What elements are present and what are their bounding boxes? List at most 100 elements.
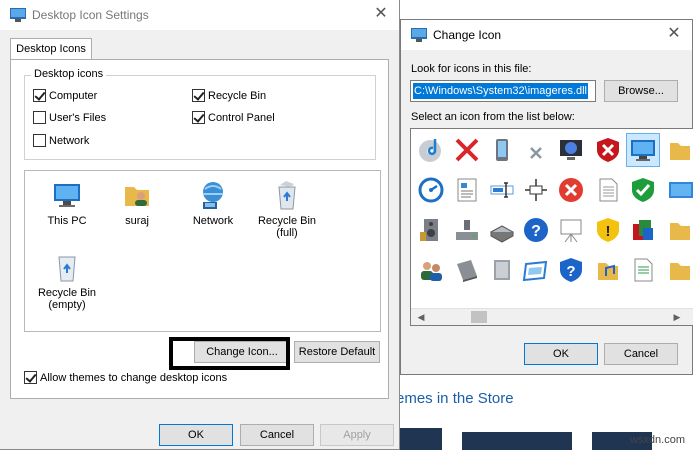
list-item-this-pc[interactable]: This PC xyxy=(27,179,107,227)
grid-icon[interactable]: ? xyxy=(554,253,588,287)
grid-icon[interactable] xyxy=(663,133,693,167)
checkbox-label: Computer xyxy=(49,89,98,102)
grid-icon[interactable] xyxy=(554,133,588,167)
checkbox-box[interactable] xyxy=(24,371,37,384)
background-tile xyxy=(462,432,572,450)
mobile-device-icon xyxy=(496,139,508,161)
help-icon: ? xyxy=(524,218,548,242)
list-item-network[interactable]: Network xyxy=(173,179,253,227)
ok-button[interactable]: OK xyxy=(159,424,233,446)
store-link[interactable]: emes in the Store xyxy=(396,390,514,407)
desktop-icon-list[interactable]: This PC suraj Network Recycle Bin (full)… xyxy=(24,170,381,332)
checkbox-box[interactable] xyxy=(33,89,46,102)
icon-file-path-input[interactable]: C:\Windows\System32\imageres.dll xyxy=(410,80,596,102)
browse-button[interactable]: Browse... xyxy=(604,80,678,102)
grid-icon[interactable] xyxy=(485,213,519,247)
grid-icon[interactable] xyxy=(485,133,519,167)
grid-icon[interactable]: ! xyxy=(591,213,625,247)
this-pc-icon xyxy=(631,140,655,161)
grid-icon[interactable] xyxy=(450,253,484,287)
this-pc-icon xyxy=(54,184,80,207)
allow-themes-checkbox[interactable]: Allow themes to change desktop icons xyxy=(24,371,227,384)
grid-icon[interactable]: ? xyxy=(519,213,553,247)
grid-icon[interactable] xyxy=(663,173,693,207)
close-button[interactable]: ✕ xyxy=(664,24,684,44)
restore-default-button[interactable]: Restore Default xyxy=(294,341,380,363)
grid-icon[interactable] xyxy=(519,173,553,207)
grid-icon[interactable] xyxy=(414,173,448,207)
checkbox-box[interactable] xyxy=(192,89,205,102)
computer-checkbox[interactable]: Computer xyxy=(33,89,97,102)
title-bar[interactable]: Change Icon ✕ xyxy=(401,20,692,50)
scroll-left-icon[interactable]: ◀ xyxy=(415,311,427,323)
horizontal-scrollbar[interactable]: ◀ ▶ xyxy=(411,308,693,325)
close-button[interactable]: ✕ xyxy=(371,4,391,24)
grid-icon[interactable] xyxy=(519,133,553,167)
grid-icon[interactable] xyxy=(414,133,448,167)
grid-icon[interactable] xyxy=(663,253,693,287)
grid-icon[interactable] xyxy=(626,213,660,247)
speaker-icon xyxy=(420,219,438,241)
scroll-thumb[interactable] xyxy=(471,311,487,323)
grid-icon[interactable] xyxy=(591,133,625,167)
grid-icon[interactable] xyxy=(450,173,484,207)
tab-desktop-icons[interactable]: Desktop Icons xyxy=(10,38,92,60)
grid-icon[interactable] xyxy=(626,253,660,287)
grid-icon[interactable] xyxy=(591,173,625,207)
monitor-globe-icon xyxy=(560,140,582,160)
green-shield-icon xyxy=(632,178,654,202)
document-picture-icon xyxy=(457,178,477,202)
icon-grid[interactable]: ? ! ? ◀ ▶ xyxy=(410,128,693,326)
icon-label: Recycle Bin (empty) xyxy=(37,287,97,311)
change-icon-ok-button[interactable]: OK xyxy=(524,343,598,365)
watermark: wsxdn.com xyxy=(629,434,685,446)
list-item-suraj[interactable]: suraj xyxy=(97,179,177,227)
grid-icon[interactable] xyxy=(414,253,448,287)
presentation-board-icon xyxy=(560,219,582,243)
grid-icon[interactable] xyxy=(554,173,588,207)
grid-icon[interactable] xyxy=(414,213,448,247)
grid-icon[interactable] xyxy=(519,253,553,287)
checkbox-label: Network xyxy=(49,134,90,147)
change-icon-dialog: Change Icon ✕ Look for icons in this fil… xyxy=(400,19,693,375)
checkbox-box[interactable] xyxy=(33,111,46,124)
network-checkbox[interactable]: Network xyxy=(33,134,89,147)
grid-icon[interactable] xyxy=(450,133,484,167)
grid-icon[interactable] xyxy=(450,213,484,247)
highlight-annotation xyxy=(169,337,290,370)
svg-text:?: ? xyxy=(566,263,575,280)
recycle-bin-checkbox[interactable]: Recycle Bin xyxy=(192,89,266,102)
drive-stack-icon xyxy=(489,225,515,243)
control-panel-checkbox[interactable]: Control Panel xyxy=(192,111,275,124)
warning-shield-icon: ! xyxy=(597,218,619,242)
users-icon xyxy=(421,262,442,281)
monitor-icon xyxy=(669,182,693,198)
users-files-checkbox[interactable]: User's Files xyxy=(33,111,106,124)
cancel-button[interactable]: Cancel xyxy=(240,424,314,446)
checkbox-box[interactable] xyxy=(192,111,205,124)
apply-button[interactable]: Apply xyxy=(320,424,394,446)
drive-bay-icon xyxy=(457,260,477,282)
clock-gauge-icon xyxy=(418,177,444,203)
drive-install-icon xyxy=(456,220,478,240)
grid-icon[interactable] xyxy=(626,173,660,207)
title-bar[interactable]: Desktop Icon Settings ✕ xyxy=(0,0,399,30)
user-folder-icon xyxy=(125,187,149,206)
select-icon-label: Select an icon from the list below: xyxy=(411,111,575,123)
checkbox-label: Control Panel xyxy=(208,111,275,124)
change-icon-cancel-button[interactable]: Cancel xyxy=(604,343,678,365)
grid-icon[interactable] xyxy=(663,213,693,247)
desktop-icon-settings-dialog: Desktop Icon Settings ✕ Desktop Icons De… xyxy=(0,0,400,450)
grid-icon[interactable] xyxy=(554,213,588,247)
grid-icon[interactable] xyxy=(591,253,625,287)
checkbox-label: User's Files xyxy=(49,111,107,124)
list-item-recycle-bin-empty[interactable]: Recycle Bin (empty) xyxy=(27,251,107,311)
group-label: Desktop icons xyxy=(31,68,107,80)
selected-grid-icon[interactable] xyxy=(626,133,660,167)
grid-icon[interactable] xyxy=(485,253,519,287)
list-item-recycle-bin-full[interactable]: Recycle Bin (full) xyxy=(247,179,327,239)
recycle-bin-full-icon xyxy=(278,181,296,210)
scroll-right-icon[interactable]: ▶ xyxy=(671,311,683,323)
grid-icon[interactable] xyxy=(485,173,519,207)
checkbox-box[interactable] xyxy=(33,134,46,147)
